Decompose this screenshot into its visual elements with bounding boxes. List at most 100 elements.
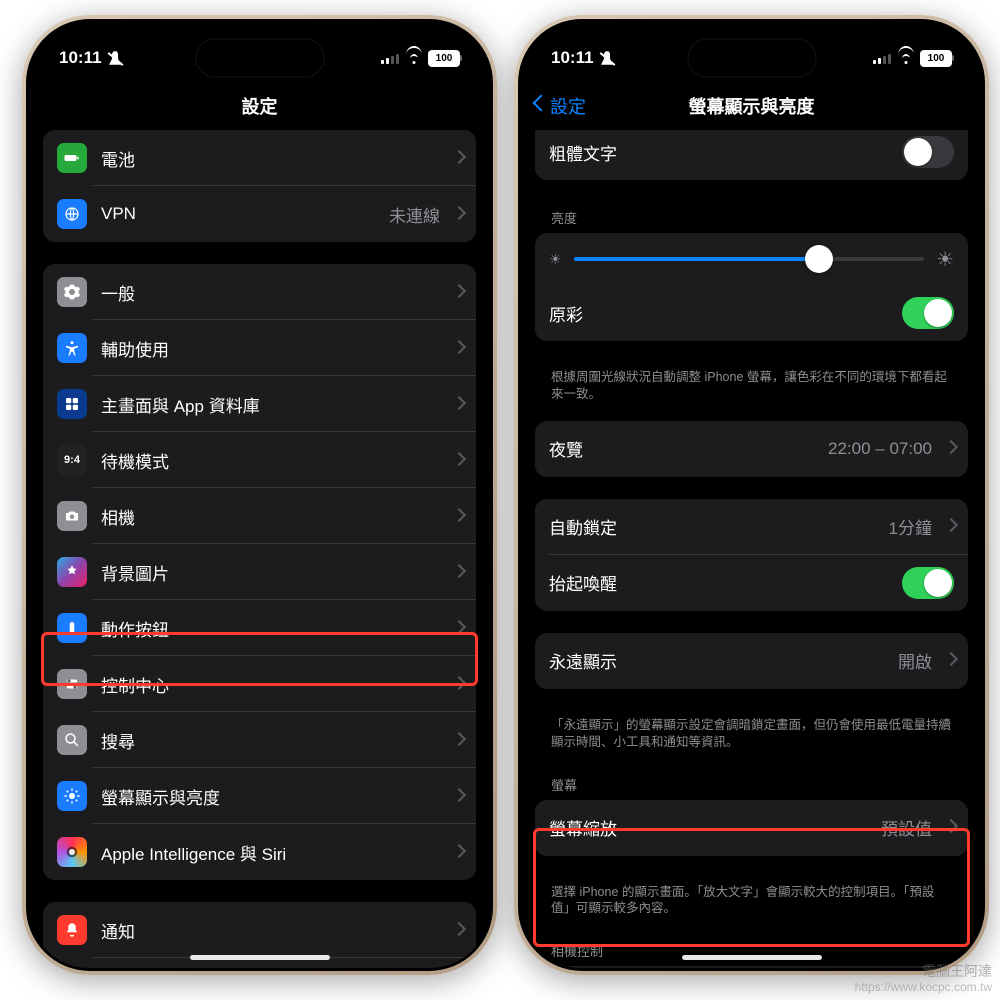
- row-label: 動作按鈕: [101, 616, 440, 641]
- group-always-on: 永遠顯示 開啟: [535, 633, 968, 689]
- row-value: 未連線: [389, 202, 440, 227]
- group-display-zoom: 螢幕縮放 預設值: [535, 800, 968, 856]
- page-title: 設定: [242, 93, 278, 119]
- row-display-brightness[interactable]: 螢幕顯示與亮度: [43, 768, 476, 824]
- row-label: 螢幕顯示與亮度: [101, 784, 440, 809]
- row-value: 預設值: [881, 815, 932, 840]
- chevron-right-icon: [454, 790, 462, 803]
- row-camera[interactable]: 相機: [43, 488, 476, 544]
- row-label: 控制中心: [101, 672, 440, 697]
- accessibility-icon: [57, 333, 87, 363]
- row-bold-text[interactable]: 粗體文字: [535, 130, 968, 180]
- wallpaper-icon: [57, 557, 87, 587]
- row-control-center[interactable]: 控制中心: [43, 656, 476, 712]
- chevron-right-icon: [454, 398, 462, 411]
- row-action-button[interactable]: 動作按鈕: [43, 600, 476, 656]
- chevron-right-icon: [454, 846, 462, 859]
- home-indicator[interactable]: [682, 955, 822, 960]
- cellular-signal-icon: [873, 52, 891, 64]
- row-auto-lock[interactable]: 自動鎖定 1分鐘: [535, 499, 968, 555]
- row-label: 抬起喚醒: [549, 570, 888, 595]
- back-label: 設定: [550, 93, 586, 119]
- chevron-right-icon: [454, 454, 462, 467]
- battery-icon: [57, 143, 87, 173]
- screen-settings: 10:11 100 設定: [29, 22, 490, 968]
- silent-icon: [108, 51, 123, 66]
- home-app-icon: [57, 389, 87, 419]
- wifi-icon: [405, 52, 422, 64]
- row-general[interactable]: 一般: [43, 264, 476, 320]
- row-label: 自動鎖定: [549, 514, 875, 539]
- row-always-on[interactable]: 永遠顯示 開啟: [535, 633, 968, 689]
- battery-indicator: 100: [920, 50, 952, 67]
- row-label: 粗體文字: [549, 140, 888, 165]
- cellular-signal-icon: [381, 52, 399, 64]
- group-night-shift: 夜覽 22:00 – 07:00: [535, 421, 968, 477]
- row-night-shift[interactable]: 夜覽 22:00 – 07:00: [535, 421, 968, 477]
- row-accessibility[interactable]: 輔助使用: [43, 320, 476, 376]
- chevron-right-icon: [946, 821, 954, 834]
- row-battery[interactable]: 電池: [43, 130, 476, 186]
- row-value: 開啟: [898, 648, 932, 673]
- row-vpn[interactable]: VPN 未連線: [43, 186, 476, 242]
- chevron-right-icon: [454, 734, 462, 747]
- row-label: 背景圖片: [101, 560, 440, 585]
- wifi-icon: [897, 52, 914, 64]
- silent-icon: [600, 51, 615, 66]
- section-header-camera-control: 相機控制: [535, 935, 968, 966]
- row-label: 相機: [101, 504, 440, 529]
- row-display-zoom[interactable]: 螢幕縮放 預設值: [535, 800, 968, 856]
- chevron-right-icon: [454, 566, 462, 579]
- brightness-slider[interactable]: [574, 245, 925, 273]
- watermark: 電腦王阿達 https://www.kocpc.com.tw: [855, 963, 992, 994]
- row-true-tone[interactable]: 原彩: [535, 285, 968, 341]
- row-label: 螢幕縮放: [549, 815, 867, 840]
- back-button[interactable]: 設定: [535, 93, 586, 119]
- row-label: 主畫面與 App 資料庫: [101, 392, 440, 417]
- chevron-right-icon: [454, 510, 462, 523]
- row-label: VPN: [101, 204, 375, 224]
- control-center-icon: [57, 669, 87, 699]
- iphone-frame-settings: 10:11 100 設定: [22, 15, 497, 975]
- action-button-icon: [57, 613, 87, 643]
- toggle-bold-text[interactable]: [902, 136, 954, 168]
- navbar-settings: 設定: [29, 82, 490, 130]
- group-battery-vpn: 電池 VPN 未連線: [43, 130, 476, 242]
- chevron-right-icon: [946, 442, 954, 455]
- general-icon: [57, 277, 87, 307]
- page-title: 螢幕顯示與亮度: [689, 93, 815, 119]
- row-label: 待機模式: [101, 448, 440, 473]
- row-value: 1分鐘: [889, 514, 932, 539]
- toggle-raise-to-wake[interactable]: [902, 567, 954, 599]
- chevron-right-icon: [454, 286, 462, 299]
- row-standby[interactable]: 9:4 待機模式: [43, 432, 476, 488]
- chevron-right-icon: [454, 622, 462, 635]
- toggle-true-tone[interactable]: [902, 297, 954, 329]
- chevron-right-icon: [946, 654, 954, 667]
- row-label: 輔助使用: [101, 336, 440, 361]
- section-header-brightness: 亮度: [535, 202, 968, 233]
- row-brightness-slider[interactable]: ☀︎ ☀︎: [535, 233, 968, 285]
- group-text: 粗體文字: [535, 130, 968, 180]
- row-raise-to-wake[interactable]: 抬起喚醒: [535, 555, 968, 611]
- row-wallpaper[interactable]: 背景圖片: [43, 544, 476, 600]
- camera-icon: [57, 501, 87, 531]
- chevron-right-icon: [454, 678, 462, 691]
- row-home-screen[interactable]: 主畫面與 App 資料庫: [43, 376, 476, 432]
- row-label: 原彩: [549, 301, 888, 326]
- chevron-left-icon: [535, 97, 546, 115]
- row-siri[interactable]: Apple Intelligence 與 Siri: [43, 824, 476, 880]
- section-header-screen: 螢幕: [535, 769, 968, 800]
- sun-small-icon: ☀︎: [549, 251, 562, 268]
- standby-icon: 9:4: [57, 445, 87, 475]
- footer-always-on: 「永遠顯示」的螢幕顯示設定會調暗鎖定畫面，但仍會使用最低電量持續顯示時間、小工具…: [535, 711, 968, 769]
- home-indicator[interactable]: [190, 955, 330, 960]
- dynamic-island: [197, 40, 323, 76]
- group-brightness: ☀︎ ☀︎ 原彩: [535, 233, 968, 341]
- display-brightness-icon: [57, 781, 87, 811]
- iphone-frame-display: 10:11 100 設定 螢幕顯示與亮度: [514, 15, 989, 975]
- row-notifications[interactable]: 通知: [43, 902, 476, 958]
- row-search[interactable]: 搜尋: [43, 712, 476, 768]
- row-label: 永遠顯示: [549, 648, 884, 673]
- row-label: 一般: [101, 280, 440, 305]
